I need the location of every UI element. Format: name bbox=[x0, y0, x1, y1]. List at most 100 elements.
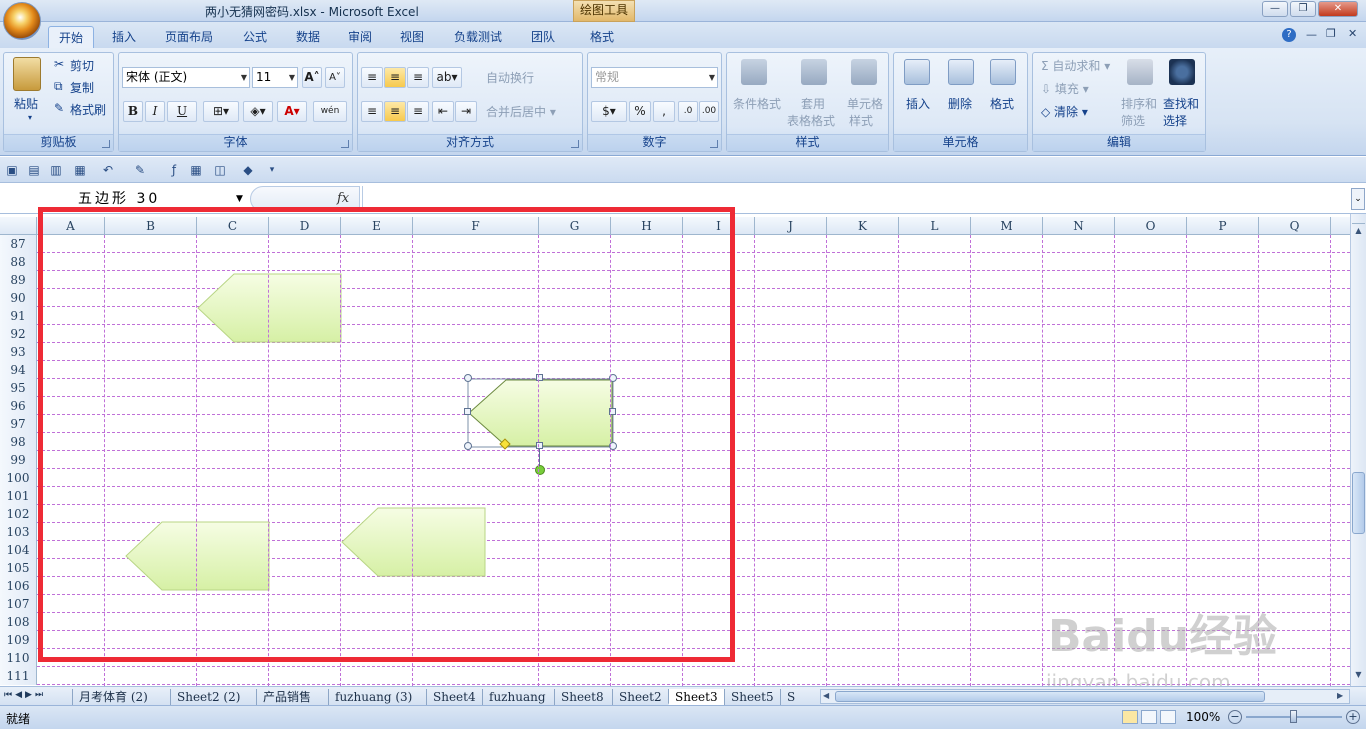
conditional-format-button[interactable]: 条件格式 bbox=[733, 95, 781, 112]
autosum-button[interactable]: Σ 自动求和 ▾ bbox=[1041, 57, 1110, 74]
sheet-tab[interactable]: Sheet8 bbox=[554, 689, 610, 705]
row-header-91[interactable]: 91 bbox=[0, 307, 37, 325]
number-launcher[interactable] bbox=[710, 140, 718, 148]
sheet-tab[interactable]: Sheet2 bbox=[612, 689, 668, 705]
zoom-out-icon[interactable]: − bbox=[1228, 710, 1242, 724]
phonetic-button[interactable]: wén bbox=[313, 101, 347, 122]
ribbon-restore-icon[interactable]: ❐ bbox=[1326, 27, 1336, 40]
clipboard-launcher[interactable] bbox=[102, 140, 110, 148]
tab-load-test[interactable]: 负载测试 bbox=[444, 26, 512, 48]
fill-color-button[interactable]: ◈▾ bbox=[243, 101, 273, 122]
vertical-scroll-thumb[interactable] bbox=[1352, 472, 1365, 534]
alignment-launcher[interactable] bbox=[571, 140, 579, 148]
shrink-font-button[interactable]: A˅ bbox=[325, 67, 345, 88]
camera-icon[interactable]: ◫ bbox=[212, 162, 228, 178]
bold-button[interactable]: B bbox=[123, 101, 143, 122]
tab-team[interactable]: 团队 bbox=[521, 26, 565, 48]
sheet-tab[interactable]: 月考体育 (2) bbox=[72, 689, 154, 705]
function-icon[interactable]: ƒ bbox=[166, 162, 182, 178]
insert-function-icon[interactable]: fx bbox=[337, 191, 349, 206]
scroll-left-icon[interactable]: ◀ bbox=[823, 691, 829, 700]
row-header-102[interactable]: 102 bbox=[0, 505, 37, 523]
row-header-101[interactable]: 101 bbox=[0, 487, 37, 505]
insert-cells-button[interactable]: 插入 bbox=[906, 95, 930, 112]
paste-button[interactable]: 粘贴 bbox=[14, 95, 38, 112]
ribbon-close-icon[interactable]: ✕ bbox=[1348, 27, 1357, 40]
currency-button[interactable]: $▾ bbox=[591, 101, 627, 122]
sort-filter-label-1[interactable]: 排序和 bbox=[1121, 95, 1157, 112]
row-header-104[interactable]: 104 bbox=[0, 541, 37, 559]
save-icon[interactable]: ▣ bbox=[4, 162, 20, 178]
font-launcher[interactable] bbox=[341, 140, 349, 148]
cell-style-label-1[interactable]: 单元格 bbox=[847, 95, 883, 112]
row-header-97[interactable]: 97 bbox=[0, 415, 37, 433]
vertical-scrollbar[interactable]: ▲ ▼ bbox=[1350, 214, 1366, 686]
decrease-decimal-button[interactable]: .00 bbox=[699, 101, 719, 122]
grow-font-button[interactable]: A˄ bbox=[302, 67, 322, 88]
column-header-l[interactable]: L bbox=[899, 217, 971, 235]
ribbon-minimize-icon[interactable]: — bbox=[1306, 28, 1317, 41]
table-format-label-1[interactable]: 套用 bbox=[801, 95, 825, 112]
tab-data[interactable]: 数据 bbox=[286, 26, 330, 48]
table-format-label-2[interactable]: 表格格式 bbox=[787, 112, 835, 129]
delete-cells-button[interactable]: 删除 bbox=[948, 95, 972, 112]
row-header-107[interactable]: 107 bbox=[0, 595, 37, 613]
column-header-q[interactable]: Q bbox=[1259, 217, 1331, 235]
align-left-button[interactable]: ≡ bbox=[361, 101, 383, 122]
scroll-right-icon[interactable]: ▶ bbox=[1337, 691, 1343, 700]
tab-home[interactable]: 开始 bbox=[48, 26, 95, 48]
select-all-corner[interactable] bbox=[0, 217, 37, 235]
maximize-button[interactable]: ❐ bbox=[1290, 1, 1316, 17]
table-icon[interactable]: ▦ bbox=[188, 162, 204, 178]
sheet-tab[interactable]: fuzhuang bbox=[482, 689, 552, 705]
row-header-109[interactable]: 109 bbox=[0, 631, 37, 649]
row-header-111[interactable]: 111 bbox=[0, 667, 37, 685]
row-header-93[interactable]: 93 bbox=[0, 343, 37, 361]
wrap-text-button[interactable]: 自动换行 bbox=[486, 69, 534, 86]
page-layout-view-icon[interactable] bbox=[1141, 710, 1157, 724]
edit-icon[interactable]: ✎ bbox=[132, 162, 148, 178]
row-header-90[interactable]: 90 bbox=[0, 289, 37, 307]
font-name-select[interactable]: 宋体 (正文) ▼ bbox=[122, 67, 250, 88]
tab-page-layout[interactable]: 页面布局 bbox=[155, 26, 223, 48]
print-preview-icon[interactable]: ▦ bbox=[72, 162, 88, 178]
find-select-label-2[interactable]: 选择 bbox=[1163, 112, 1187, 129]
row-header-95[interactable]: 95 bbox=[0, 379, 37, 397]
increase-decimal-button[interactable]: .0 bbox=[678, 101, 698, 122]
scroll-up-icon[interactable]: ▲ bbox=[1352, 226, 1365, 240]
percent-button[interactable]: % bbox=[629, 101, 651, 122]
row-header-105[interactable]: 105 bbox=[0, 559, 37, 577]
align-bottom-button[interactable]: ≡ bbox=[407, 67, 429, 88]
normal-view-icon[interactable] bbox=[1122, 710, 1138, 724]
sheet-tab[interactable]: fuzhuang (3) bbox=[328, 689, 418, 705]
tab-review[interactable]: 审阅 bbox=[338, 26, 382, 48]
sort-filter-label-2[interactable]: 筛选 bbox=[1121, 112, 1145, 129]
horizontal-scroll-thumb[interactable] bbox=[835, 691, 1265, 702]
print-icon[interactable]: ▥ bbox=[48, 162, 64, 178]
align-center-button[interactable]: ≡ bbox=[384, 101, 406, 122]
number-format-select[interactable]: 常规 ▼ bbox=[591, 67, 718, 88]
row-header-100[interactable]: 100 bbox=[0, 469, 37, 487]
row-header-94[interactable]: 94 bbox=[0, 361, 37, 379]
tab-formulas[interactable]: 公式 bbox=[233, 26, 277, 48]
align-right-button[interactable]: ≡ bbox=[407, 101, 429, 122]
zoom-in-icon[interactable]: + bbox=[1346, 710, 1360, 724]
column-header-k[interactable]: K bbox=[827, 217, 899, 235]
sheet-tab[interactable]: Sheet2 (2) bbox=[170, 689, 246, 705]
sheet-tab[interactable]: 产品销售 bbox=[256, 689, 317, 705]
row-header-99[interactable]: 99 bbox=[0, 451, 37, 469]
column-header-n[interactable]: N bbox=[1043, 217, 1115, 235]
increase-indent-button[interactable]: ⇥ bbox=[455, 101, 477, 122]
horizontal-scrollbar[interactable]: ◀ ▶ bbox=[820, 689, 1350, 704]
row-header-96[interactable]: 96 bbox=[0, 397, 37, 415]
name-box-dropdown-icon[interactable]: ▼ bbox=[236, 194, 243, 204]
row-header-98[interactable]: 98 bbox=[0, 433, 37, 451]
zoom-slider-thumb[interactable] bbox=[1290, 710, 1297, 723]
cut-button[interactable]: 剪切 bbox=[70, 57, 94, 74]
italic-button[interactable]: I bbox=[145, 101, 165, 122]
format-painter-button[interactable]: 格式刷 bbox=[70, 101, 106, 118]
align-middle-button[interactable]: ≡ bbox=[384, 67, 406, 88]
sheet-nav-icons[interactable]: ⏮◀▶⏭ bbox=[4, 690, 46, 700]
row-header-89[interactable]: 89 bbox=[0, 271, 37, 289]
row-header-92[interactable]: 92 bbox=[0, 325, 37, 343]
